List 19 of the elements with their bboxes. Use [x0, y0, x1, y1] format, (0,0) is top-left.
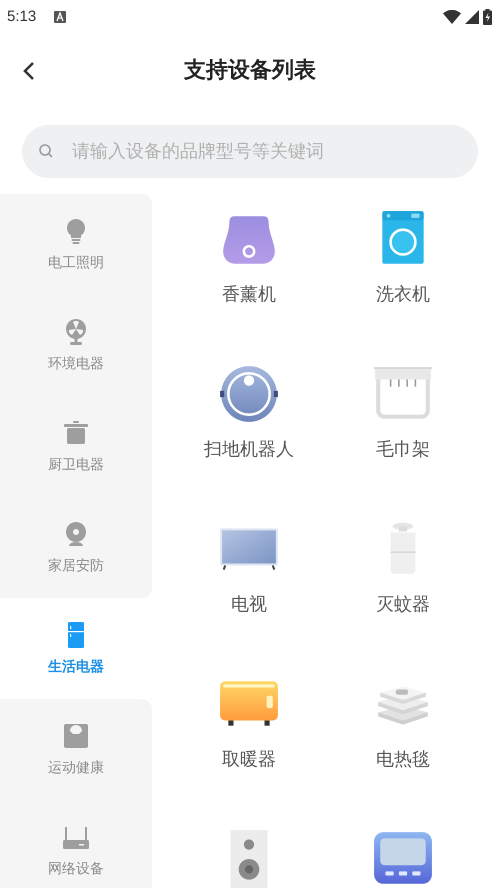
search-field[interactable]: 请输入设备的品牌型号等关键词	[22, 125, 478, 178]
wifi-icon	[443, 10, 461, 24]
search-icon	[38, 143, 54, 159]
notification-icon	[54, 11, 66, 23]
device-label[interactable]: 电热毯	[376, 746, 430, 773]
device-label[interactable]: 取暖器	[222, 746, 276, 773]
device-label[interactable]: 洗衣机	[376, 281, 430, 308]
signal-icon	[465, 10, 479, 24]
robot-vacuum-icon	[218, 363, 280, 425]
device-label[interactable]: 扫地机器人	[204, 436, 294, 463]
device-label[interactable]: 香薰机	[222, 281, 276, 308]
scale-icon	[61, 721, 91, 751]
device-label[interactable]: 灭蚊器	[376, 591, 430, 618]
back-icon	[22, 61, 36, 81]
device-label[interactable]: 毛巾架	[376, 436, 430, 463]
status-time: 5:13	[7, 6, 36, 27]
battery-icon	[483, 9, 492, 25]
page-title: 支持设备列表	[184, 56, 316, 84]
device-label[interactable]: 电视	[231, 591, 267, 618]
